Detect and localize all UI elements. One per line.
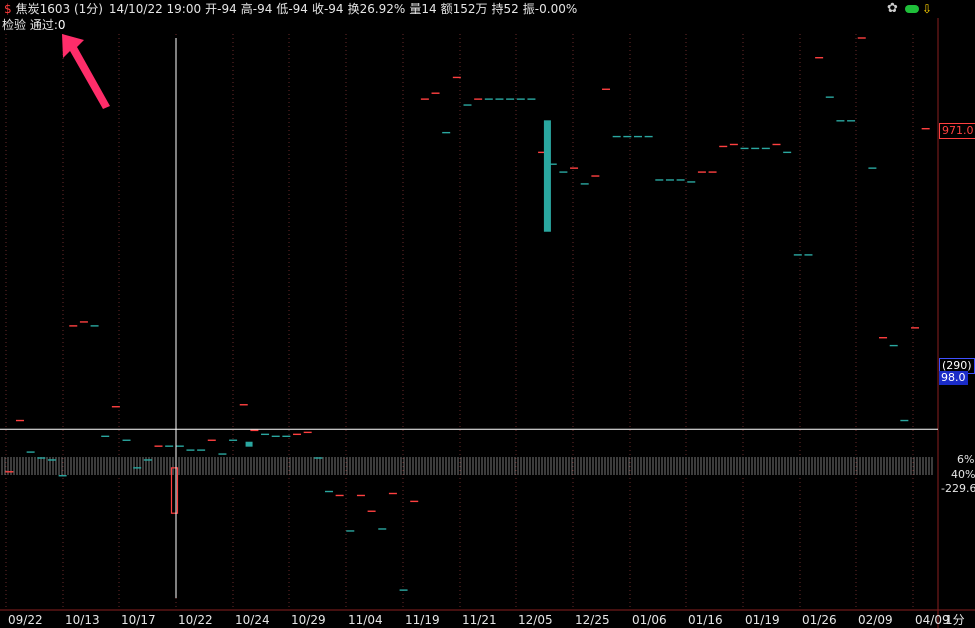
field-high: 高-94: [240, 2, 273, 16]
cursor-value-tag: 98.0: [939, 371, 968, 385]
x-tick-label: 11/19: [405, 613, 440, 627]
pink-arrow-icon: [62, 34, 110, 109]
x-tick-label: 11/21: [462, 613, 497, 627]
chart-root[interactable]: [0, 0, 975, 628]
field-open: 开-94: [205, 2, 237, 16]
test-result: 检验 通过:0: [2, 17, 66, 33]
volume-pct-1: 6%: [955, 453, 975, 467]
field-amplitude: 振-0.00%: [522, 2, 578, 16]
datetime: 14/10/22 19:00: [108, 2, 202, 16]
quote-fields: 14/10/22 19:00 开-94 高-94 低-94 收-94 换26.92% 量14…: [109, 2, 581, 16]
field-turnover: 换26.92%: [347, 2, 406, 16]
instrument-name: 焦炭1603 (1分): [15, 2, 103, 16]
candlestick-chart[interactable]: [0, 0, 975, 628]
field-close: 收-94: [311, 2, 344, 16]
x-tick-label: 04/09: [915, 613, 950, 627]
x-tick-label: 10/17: [121, 613, 156, 627]
volume-pct-2: 40%: [949, 468, 975, 482]
top-price-tag: 971.0: [939, 123, 975, 139]
field-volume: 量14: [409, 2, 437, 16]
candle-body-down: [543, 120, 551, 232]
x-tick-label: 11/04: [348, 613, 383, 627]
x-tick-label: 01/19: [745, 613, 780, 627]
x-tick-label: 10/13: [65, 613, 100, 627]
yellow-arrow-icon[interactable]: ⇩: [922, 2, 934, 16]
x-tick-label: 09/22: [8, 613, 43, 627]
gear-icon[interactable]: ✿: [887, 2, 901, 16]
candle-body-down: [245, 441, 253, 447]
x-tick-label: 10/24: [235, 613, 270, 627]
quote-header: $ 焦炭1603 (1分) 14/10/22 19:00 开-94 高-94 低-94 收…: [0, 0, 975, 18]
value-low-label: -229.6: [939, 482, 975, 496]
symbol-mark[interactable]: $: [4, 2, 12, 16]
x-tick-label: 12/25: [575, 613, 610, 627]
x-tick-label: 10/22: [178, 613, 213, 627]
green-pill-icon[interactable]: [905, 5, 919, 13]
x-tick-label: 01/16: [688, 613, 723, 627]
field-low: 低-94: [276, 2, 308, 16]
field-position: 持52: [491, 2, 519, 16]
x-tick-label: 01/26: [802, 613, 837, 627]
x-tick-label: 01/06: [632, 613, 667, 627]
candle-body-up: [170, 467, 179, 514]
x-tick-label: 12/05: [518, 613, 553, 627]
test-label: 检验 通过:: [2, 18, 58, 32]
field-amount: 额152万: [440, 2, 488, 16]
x-tick-label: 02/09: [858, 613, 893, 627]
toolbar-icons: ✿ ⇩: [887, 2, 935, 17]
x-tick-label: 10/29: [291, 613, 326, 627]
